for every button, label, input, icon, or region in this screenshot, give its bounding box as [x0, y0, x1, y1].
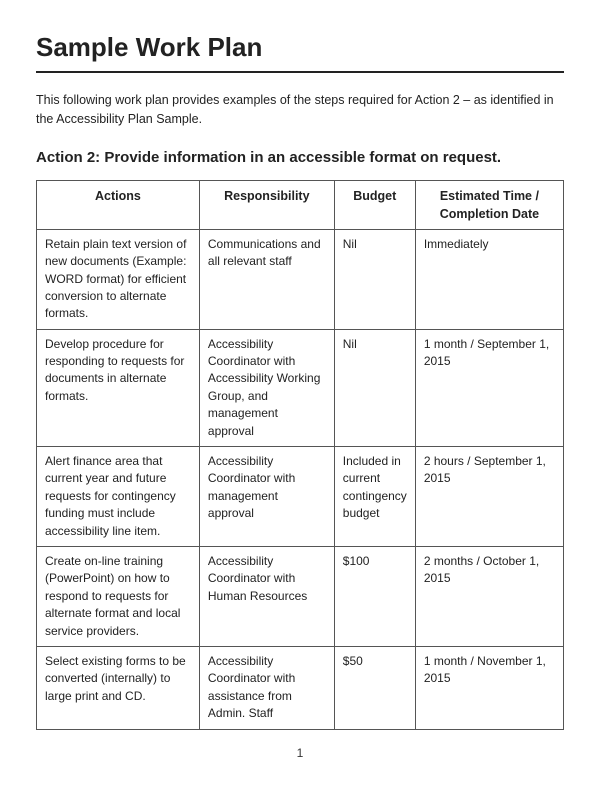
- cell-responsibility-2: Accessibility Coordinator with managemen…: [199, 447, 334, 547]
- intro-text: This following work plan provides exampl…: [36, 91, 564, 129]
- header-estimated: Estimated Time / Completion Date: [415, 180, 563, 229]
- work-plan-table: Actions Responsibility Budget Estimated …: [36, 180, 564, 730]
- cell-actions-1: Develop procedure for responding to requ…: [37, 329, 200, 446]
- cell-responsibility-0: Communications and all relevant staff: [199, 229, 334, 329]
- cell-estimated-3: 2 months / October 1, 2015: [415, 547, 563, 647]
- cell-actions-3: Create on-line training (PowerPoint) on …: [37, 547, 200, 647]
- cell-responsibility-1: Accessibility Coordinator with Accessibi…: [199, 329, 334, 446]
- cell-estimated-1: 1 month / September 1, 2015: [415, 329, 563, 446]
- section-heading: Action 2: Provide information in an acce…: [36, 147, 564, 168]
- page-number: 1: [36, 746, 564, 760]
- table-row: Develop procedure for responding to requ…: [37, 329, 564, 446]
- table-row: Create on-line training (PowerPoint) on …: [37, 547, 564, 647]
- cell-budget-4: $50: [334, 646, 415, 729]
- cell-budget-1: Nil: [334, 329, 415, 446]
- cell-actions-2: Alert finance area that current year and…: [37, 447, 200, 547]
- header-actions: Actions: [37, 180, 200, 229]
- cell-budget-0: Nil: [334, 229, 415, 329]
- table-row: Retain plain text version of new documen…: [37, 229, 564, 329]
- cell-estimated-4: 1 month / November 1, 2015: [415, 646, 563, 729]
- page-title: Sample Work Plan: [36, 32, 564, 63]
- cell-actions-4: Select existing forms to be converted (i…: [37, 646, 200, 729]
- cell-responsibility-3: Accessibility Coordinator with Human Res…: [199, 547, 334, 647]
- table-row: Select existing forms to be converted (i…: [37, 646, 564, 729]
- cell-budget-3: $100: [334, 547, 415, 647]
- title-divider: [36, 71, 564, 73]
- header-budget: Budget: [334, 180, 415, 229]
- header-responsibility: Responsibility: [199, 180, 334, 229]
- cell-estimated-0: Immediately: [415, 229, 563, 329]
- cell-estimated-2: 2 hours / September 1, 2015: [415, 447, 563, 547]
- cell-actions-0: Retain plain text version of new documen…: [37, 229, 200, 329]
- cell-budget-2: Included in current contingency budget: [334, 447, 415, 547]
- cell-responsibility-4: Accessibility Coordinator with assistanc…: [199, 646, 334, 729]
- table-row: Alert finance area that current year and…: [37, 447, 564, 547]
